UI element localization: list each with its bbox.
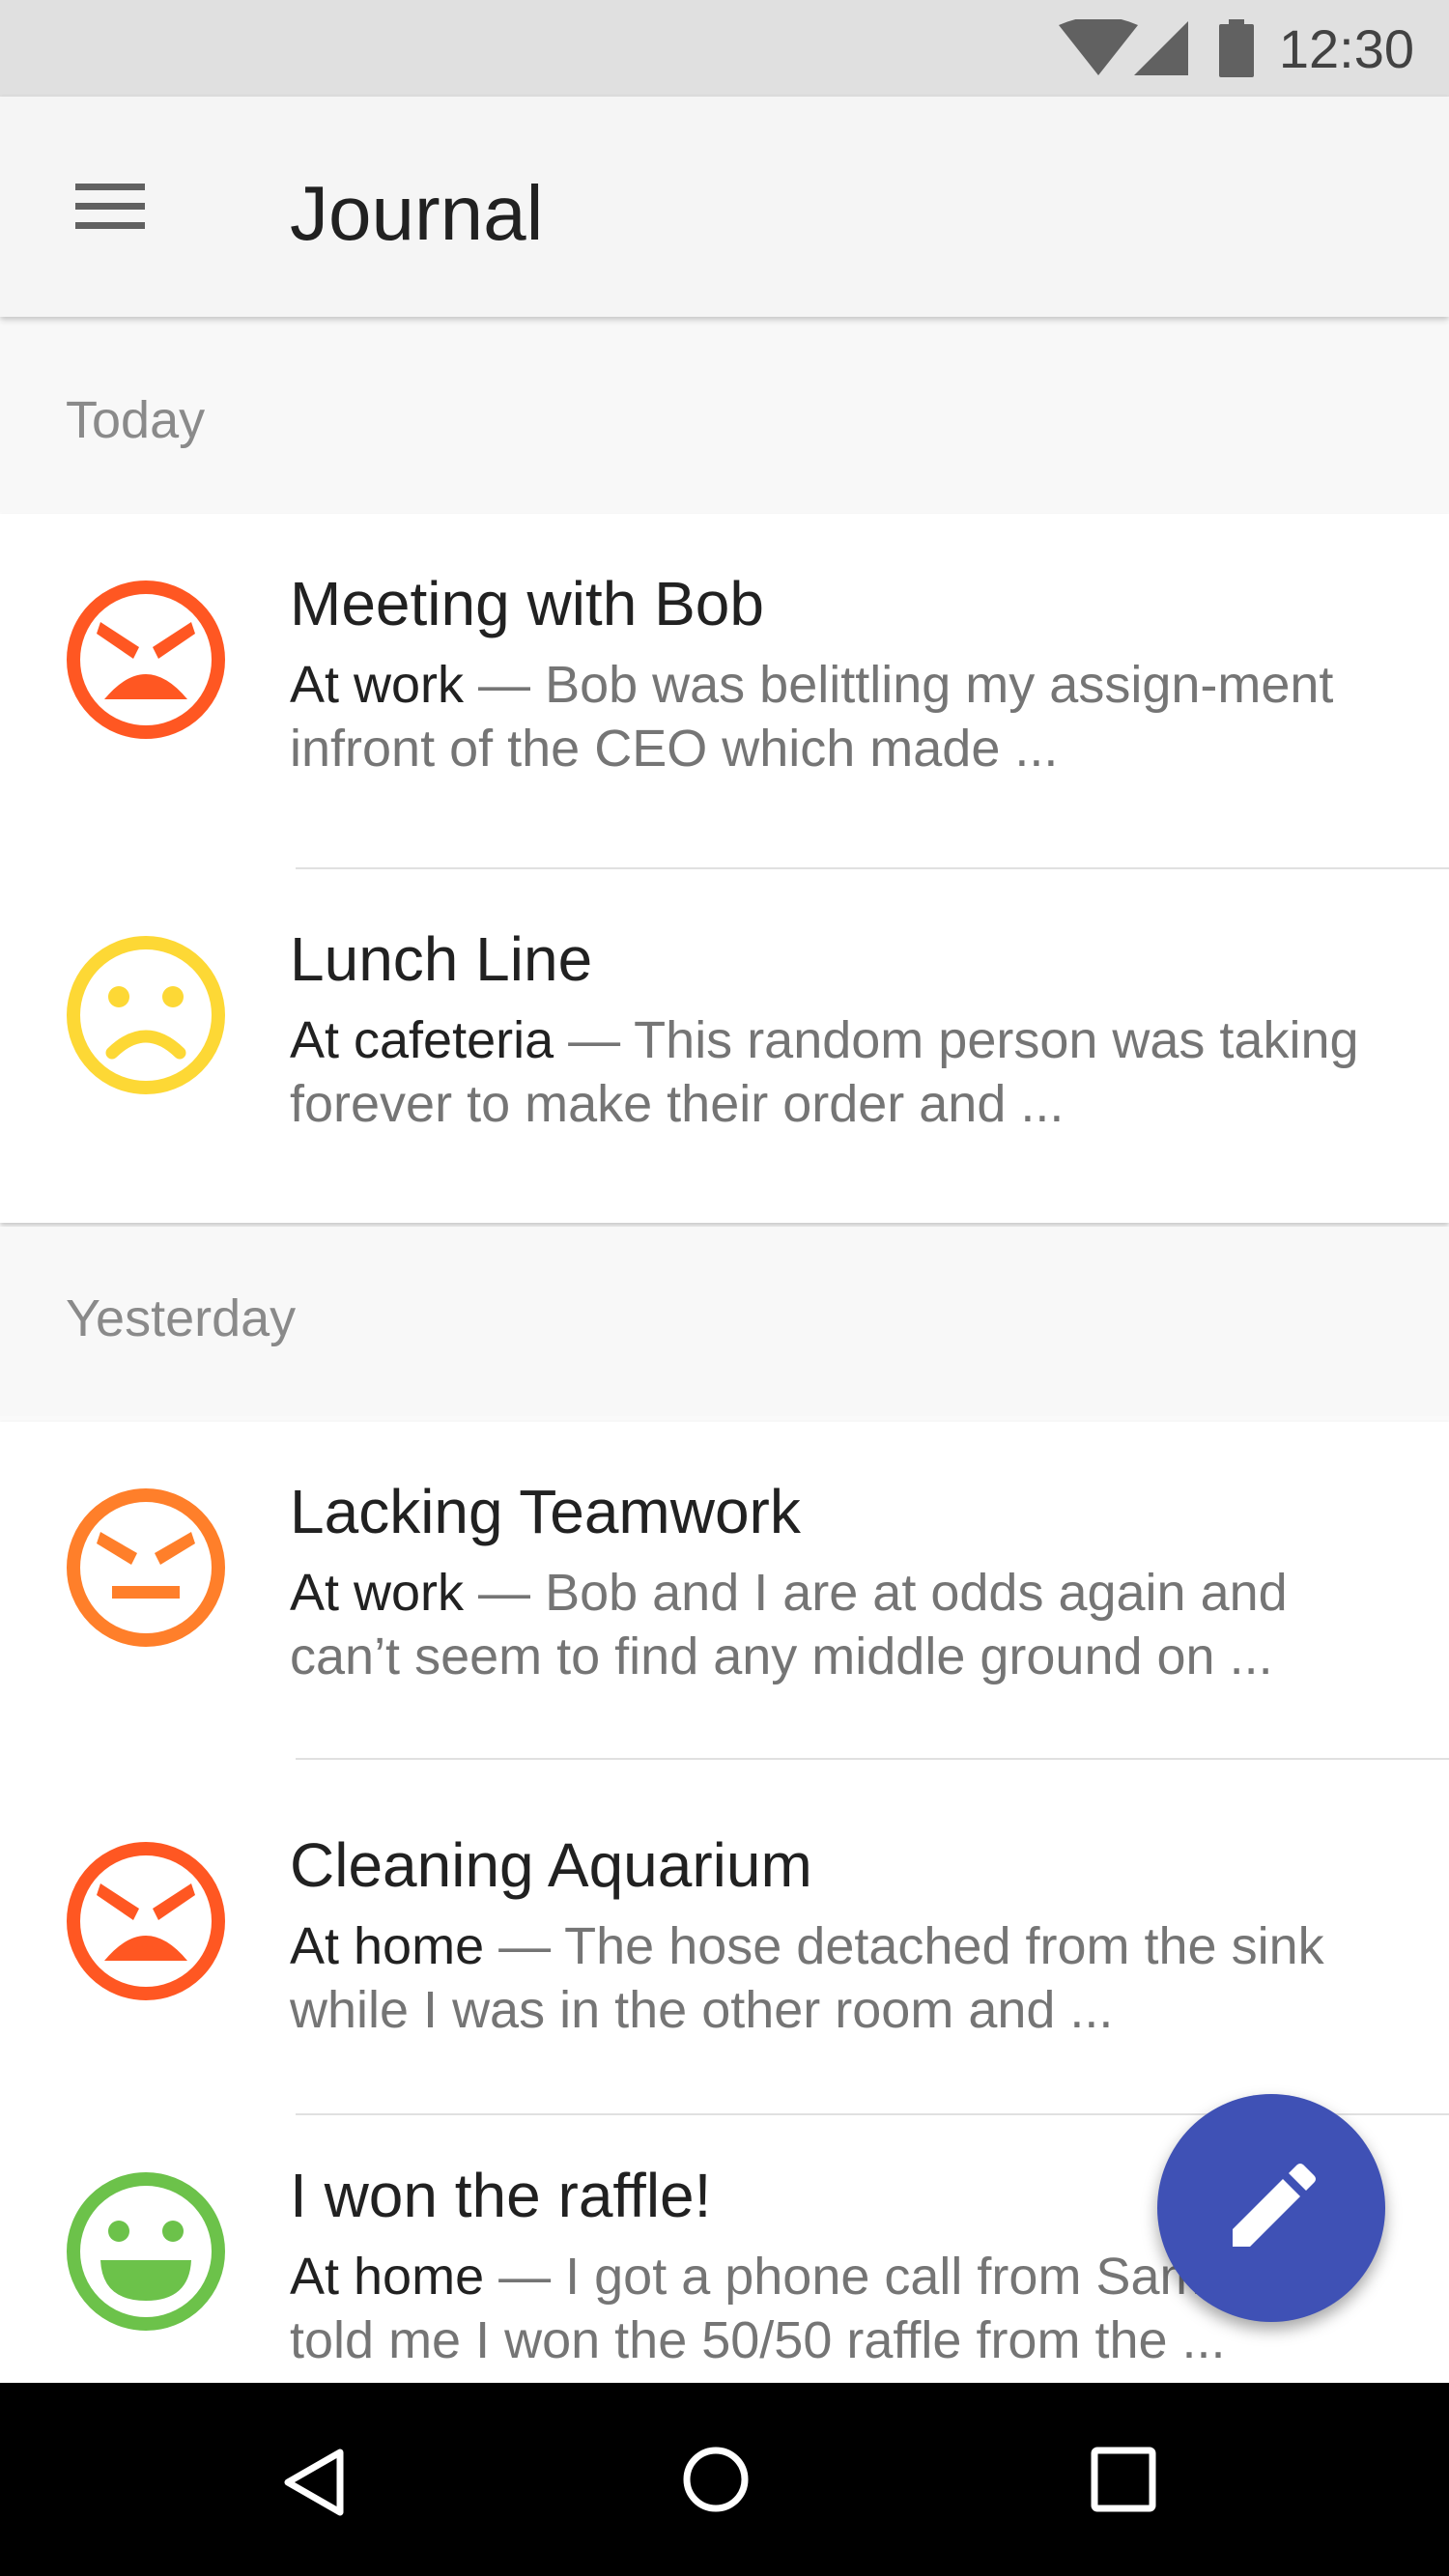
entry-separator: — bbox=[484, 1917, 565, 1975]
entry-place: At home bbox=[290, 1917, 485, 1975]
entry-place: At work bbox=[290, 656, 465, 714]
journal-entry[interactable]: Lacking Teamwork At work — Bob and I are… bbox=[0, 1422, 1449, 1775]
section-header-yesterday: Yesterday bbox=[0, 1227, 1449, 1416]
recents-icon[interactable] bbox=[1091, 2447, 1156, 2512]
wifi-icon bbox=[1058, 19, 1138, 75]
entry-title: Meeting with Bob bbox=[290, 569, 764, 638]
status-time: 12:30 bbox=[1278, 17, 1414, 79]
pencil-icon bbox=[1233, 2164, 1316, 2247]
section-label: Yesterday bbox=[66, 1289, 297, 1347]
battery-icon bbox=[1218, 19, 1254, 77]
menu-icon[interactable] bbox=[70, 178, 156, 236]
entry-title: Cleaning Aquarium bbox=[290, 1830, 812, 1900]
entry-excerpt: At cafeteria — This random person was ta… bbox=[290, 1008, 1372, 1136]
entry-place: At home bbox=[290, 2248, 485, 2306]
cell-signal-icon bbox=[1133, 21, 1188, 75]
section-label: Today bbox=[66, 391, 206, 449]
entry-excerpt: At work — Bob was belittling my assign-m… bbox=[290, 653, 1372, 780]
happy-face-icon bbox=[67, 2172, 225, 2331]
status-icons: 12:30 bbox=[1058, 17, 1414, 79]
journal-entry[interactable]: Lunch Line At cafeteria — This random pe… bbox=[0, 869, 1449, 1223]
entry-separator: — bbox=[554, 1011, 635, 1069]
back-icon[interactable] bbox=[280, 2447, 348, 2518]
entry-separator: — bbox=[484, 2248, 566, 2306]
angry-face-icon bbox=[67, 580, 225, 739]
navigation-bar bbox=[0, 2383, 1449, 2576]
entry-title: Lacking Teamwork bbox=[290, 1477, 801, 1546]
divider bbox=[296, 1758, 1449, 1760]
status-bar: 12:30 bbox=[0, 0, 1449, 97]
entry-title: Lunch Line bbox=[290, 924, 593, 994]
journal-entry[interactable]: Meeting with Bob At work — Bob was belit… bbox=[0, 514, 1449, 867]
new-entry-button[interactable] bbox=[1157, 2094, 1385, 2322]
entry-place: At work bbox=[290, 1564, 465, 1622]
entry-place: At cafeteria bbox=[290, 1011, 554, 1069]
journal-entry[interactable]: Cleaning Aquarium At home — The hose det… bbox=[0, 1775, 1449, 2129]
entry-separator: — bbox=[464, 656, 546, 714]
annoyed-face-icon bbox=[67, 1488, 225, 1647]
home-icon[interactable] bbox=[681, 2445, 751, 2514]
app-bar: Journal bbox=[0, 97, 1449, 317]
entry-excerpt: At work — Bob and I are at odds again an… bbox=[290, 1561, 1372, 1688]
entries-card-today: Meeting with Bob At work — Bob was belit… bbox=[0, 514, 1449, 1223]
section-header-today: Today bbox=[0, 323, 1449, 512]
page-title: Journal bbox=[290, 170, 544, 256]
entry-excerpt: At home — The hose detached from the sin… bbox=[290, 1914, 1372, 2042]
entry-separator: — bbox=[464, 1564, 546, 1622]
sad-face-icon bbox=[67, 936, 225, 1094]
entry-title: I won the raffle! bbox=[290, 2161, 712, 2230]
angry-face-icon bbox=[67, 1842, 225, 2000]
